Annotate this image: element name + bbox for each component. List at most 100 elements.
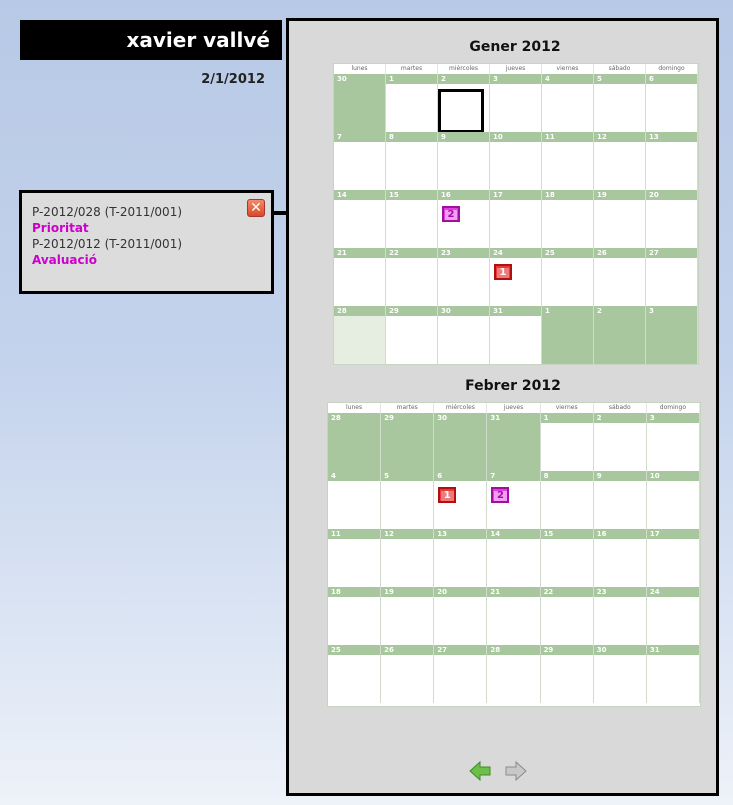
calendar-day-cell[interactable]: 16 2 <box>438 190 490 248</box>
calendar-day-cell[interactable]: 30 <box>438 306 490 364</box>
calendar-day-cell[interactable]: 8 <box>540 471 594 529</box>
calendar-day-cell[interactable]: 19 <box>381 587 435 645</box>
calendar-day-cell[interactable]: 27 <box>646 248 698 306</box>
calendar-day-cell[interactable]: 13 <box>646 132 698 190</box>
day-number: 28 <box>487 645 540 655</box>
day-number: 31 <box>646 645 699 655</box>
calendar-day-cell[interactable]: 12 <box>594 132 646 190</box>
event-badge[interactable]: 1 <box>494 264 512 280</box>
calendar-day-cell[interactable]: 13 <box>434 529 488 587</box>
calendar-day-cell[interactable]: 16 <box>593 529 647 587</box>
calendar-day-cell[interactable]: 28 <box>328 413 382 471</box>
calendar-day-cell[interactable]: 3 <box>646 306 698 364</box>
calendar-day-cell[interactable]: 28 <box>487 645 541 703</box>
calendar-day-cell[interactable]: 61 <box>434 471 488 529</box>
calendar-week-row: 25 26 27 28 29 30 31 <box>328 645 700 703</box>
weekday-label: sábado <box>594 403 647 413</box>
green-left-arrow-icon[interactable] <box>469 760 491 782</box>
calendar-day-cell[interactable]: 30 <box>334 74 386 132</box>
calendar-day-cell[interactable]: 2 <box>593 413 647 471</box>
weekday-header-row: lunes martes miércoles jueves viernes sábado d… <box>334 64 698 74</box>
calendar-day-cell[interactable]: 14 <box>334 190 386 248</box>
calendar-day-cell[interactable]: 24 1 <box>490 248 542 306</box>
calendar-day-cell[interactable]: 31 <box>490 306 542 364</box>
calendar-day-cell[interactable]: 3 <box>646 413 700 471</box>
calendar-day-cell[interactable]: 18 <box>542 190 594 248</box>
calendar-day-cell[interactable]: 9 <box>593 471 647 529</box>
day-number: 30 <box>434 413 487 423</box>
calendar-day-cell[interactable]: 2 <box>594 306 646 364</box>
calendar-day-cell[interactable]: 22 <box>386 248 438 306</box>
calendar-day-cell[interactable]: 12 <box>381 529 435 587</box>
calendar-day-cell[interactable]: 27 <box>434 645 488 703</box>
calendar-day-cell[interactable]: 4 <box>328 471 382 529</box>
calendar-day-cell[interactable]: 31 <box>487 413 541 471</box>
calendar-day-cell[interactable]: 31 <box>646 645 700 703</box>
day-number: 19 <box>381 587 434 597</box>
calendar-day-cell[interactable]: 8 <box>386 132 438 190</box>
day-number: 10 <box>490 132 541 142</box>
day-number: 14 <box>487 529 540 539</box>
calendar-day-cell[interactable]: 18 <box>328 587 382 645</box>
calendar-day-cell[interactable]: 10 <box>646 471 700 529</box>
calendar-week-row: 18 19 20 21 22 23 24 <box>328 587 700 645</box>
calendar-day-cell[interactable]: 24 <box>646 587 700 645</box>
calendar-day-cell[interactable]: 15 <box>540 529 594 587</box>
calendar-day-cell[interactable]: 20 <box>434 587 488 645</box>
calendar-day-cell[interactable]: 30 <box>593 645 647 703</box>
calendar-day-cell[interactable]: 11 <box>328 529 382 587</box>
calendar-day-cell[interactable]: 7 <box>334 132 386 190</box>
calendar-day-cell[interactable]: 17 <box>490 190 542 248</box>
event-badge[interactable]: 2 <box>442 206 460 222</box>
day-number: 8 <box>386 132 437 142</box>
calendar-day-cell[interactable]: 19 <box>594 190 646 248</box>
calendar-day-cell[interactable]: 1 <box>542 306 594 364</box>
calendar-day-cell[interactable]: 72 <box>487 471 541 529</box>
calendar-day-cell[interactable]: 29 <box>540 645 594 703</box>
close-icon[interactable]: ✕ <box>247 199 265 217</box>
gray-right-arrow-icon[interactable] <box>505 760 527 782</box>
calendar-day-cell[interactable]: 25 <box>542 248 594 306</box>
calendar-day-cell[interactable]: 5 <box>594 74 646 132</box>
event-badge[interactable]: 2 <box>491 487 510 503</box>
day-number: 29 <box>381 413 434 423</box>
day-number: 28 <box>334 306 385 316</box>
calendar-day-cell[interactable]: 4 <box>542 74 594 132</box>
calendar-day-cell[interactable]: 25 <box>328 645 382 703</box>
day-number: 12 <box>594 132 645 142</box>
calendar-day-cell[interactable]: 21 <box>334 248 386 306</box>
calendar-day-cell[interactable]: 30 <box>434 413 488 471</box>
calendar-day-cell[interactable]: 1 <box>386 74 438 132</box>
calendar-day-cell[interactable]: 5 <box>381 471 435 529</box>
calendar-day-cell[interactable]: 29 <box>386 306 438 364</box>
calendar-day-cell[interactable]: 29 <box>381 413 435 471</box>
day-number: 11 <box>328 529 381 539</box>
calendar-day-cell[interactable]: 10 <box>490 132 542 190</box>
day-number: 3 <box>646 413 699 423</box>
calendar-day-cell[interactable]: 17 <box>646 529 700 587</box>
calendar-day-cell[interactable]: 15 <box>386 190 438 248</box>
calendar-day-cell[interactable]: 3 <box>490 74 542 132</box>
day-number: 21 <box>334 248 385 258</box>
calendar-day-cell[interactable]: 1 <box>540 413 594 471</box>
calendar-day-cell[interactable]: 20 <box>646 190 698 248</box>
calendar-day-cell[interactable]: 9 <box>438 132 490 190</box>
day-number: 21 <box>487 587 540 597</box>
calendar-day-cell[interactable]: 23 <box>593 587 647 645</box>
calendar-day-cell[interactable]: 14 <box>487 529 541 587</box>
calendar-panel: Gener 2012 lunes martes miércoles jueves vie… <box>286 18 719 796</box>
calendar-day-cell[interactable]: 21 <box>487 587 541 645</box>
day-number: 6 <box>434 471 487 481</box>
day-number: 25 <box>328 645 381 655</box>
event-count: 1 <box>496 268 510 278</box>
calendar-week-row: 4 5 6 1 7 2 8 9 10 <box>328 471 700 529</box>
calendar-day-cell[interactable]: 26 <box>594 248 646 306</box>
calendar-day-cell[interactable]: 11 <box>542 132 594 190</box>
calendar-day-cell[interactable]: 26 <box>381 645 435 703</box>
calendar-day-cell[interactable]: 6 <box>646 74 698 132</box>
calendar-day-cell[interactable]: 22 <box>540 587 594 645</box>
event-badge[interactable]: 1 <box>438 487 457 503</box>
calendar-day-cell[interactable]: 2 <box>438 74 490 133</box>
calendar-day-cell[interactable]: 23 <box>438 248 490 306</box>
calendar-day-cell[interactable]: 28 <box>334 306 386 364</box>
